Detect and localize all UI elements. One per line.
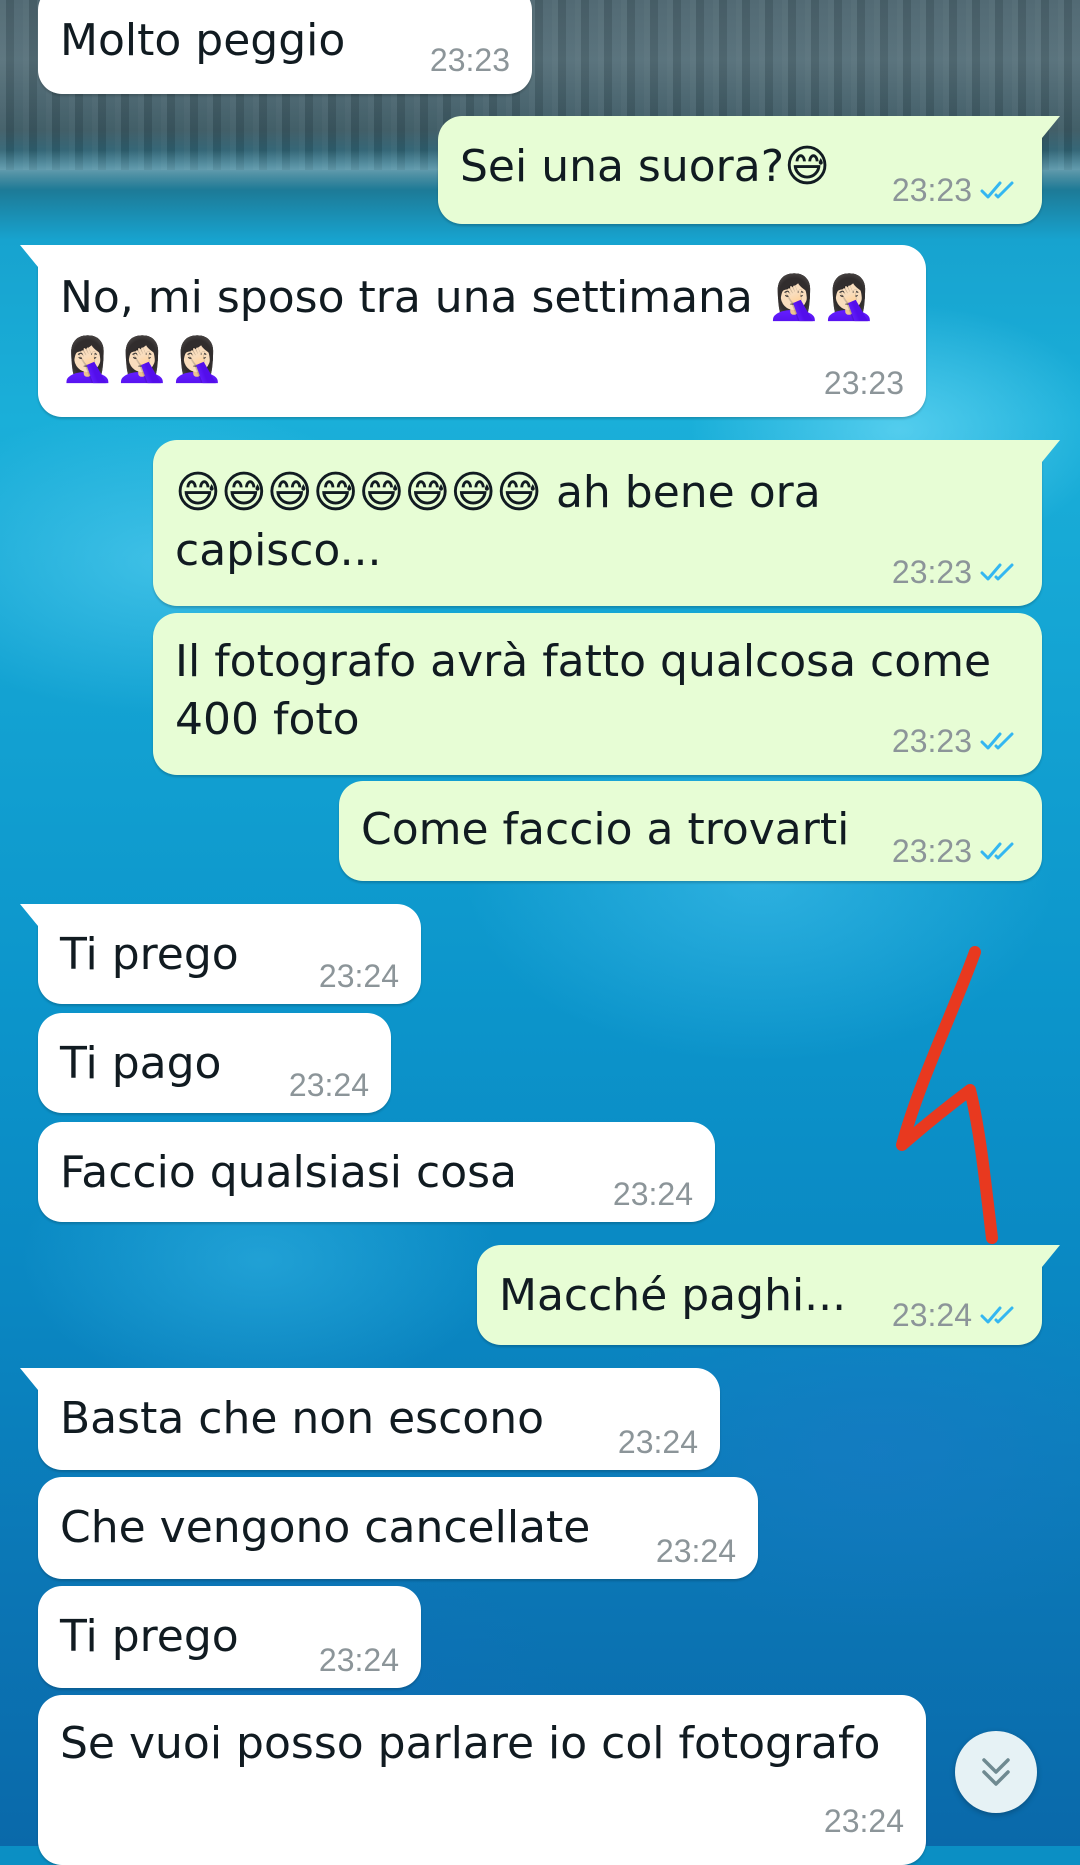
- message-time: 23:24: [318, 1642, 399, 1678]
- double-chevron-down-icon: [982, 1758, 1010, 1786]
- message-bubble-incoming[interactable]: Ti prego 23:24: [38, 1586, 421, 1688]
- message-meta: 23:24: [289, 1065, 369, 1105]
- message-time: 23:23: [891, 554, 972, 590]
- message-time: 23:23: [891, 723, 972, 759]
- message-meta: 23:23: [892, 170, 1020, 210]
- message-bubble-outgoing[interactable]: 😅😅😅😅😅😅😅😅 ah bene ora capisco... 23:23: [153, 440, 1060, 606]
- double-check-icon: [980, 563, 1014, 581]
- message-bubble-incoming[interactable]: Basta che non escono 23:24: [20, 1368, 720, 1470]
- message-meta: 23:24: [613, 1174, 693, 1214]
- message-meta: 23:24: [319, 1640, 399, 1680]
- message-text: Ti pago: [60, 1038, 222, 1089]
- message-meta: 23:24: [892, 1295, 1020, 1335]
- message-bubble-outgoing[interactable]: Il fotografo avrà fatto qualcosa come 40…: [153, 613, 1042, 775]
- double-check-icon: [980, 842, 1014, 860]
- message-meta: 23:23: [824, 363, 904, 403]
- message-bubble-incoming[interactable]: Molto peggio 23:23: [38, 0, 532, 94]
- message-bubble-incoming[interactable]: No, mi sposo tra una settimana 🤦🏻‍♀️🤦🏻‍♀…: [20, 245, 926, 417]
- message-time: 23:24: [318, 958, 399, 994]
- message-bubble-incoming[interactable]: Ti pago 23:24: [38, 1013, 391, 1113]
- message-text: Faccio qualsiasi cosa: [60, 1147, 517, 1198]
- message-text: Che vengono cancellate: [60, 1502, 591, 1553]
- message-meta: 23:23: [892, 552, 1020, 592]
- message-text: Il fotografo avrà fatto qualcosa come 40…: [175, 636, 992, 745]
- message-meta: 23:23: [430, 40, 510, 80]
- message-meta: 23:24: [656, 1531, 736, 1571]
- message-time: 23:24: [612, 1176, 693, 1212]
- red-annotation-mark: [896, 946, 998, 1244]
- message-time: 23:23: [823, 365, 904, 401]
- message-bubble-incoming[interactable]: Faccio qualsiasi cosa 23:24: [38, 1122, 715, 1222]
- message-meta: 23:24: [618, 1422, 698, 1462]
- message-meta: 23:24: [824, 1801, 904, 1841]
- double-check-icon: [980, 732, 1014, 750]
- message-meta: 23:24: [319, 956, 399, 996]
- message-bubble-incoming[interactable]: Se vuoi posso parlare io col fotografo 2…: [38, 1695, 926, 1865]
- message-time: 23:24: [617, 1424, 698, 1460]
- double-check-icon: [980, 1306, 1014, 1324]
- message-text: Come faccio a trovarti: [361, 804, 850, 855]
- message-text: Ti prego: [60, 929, 239, 980]
- message-time: 23:23: [891, 172, 972, 208]
- message-time: 23:24: [823, 1803, 904, 1839]
- message-bubble-incoming[interactable]: Che vengono cancellate 23:24: [38, 1477, 758, 1579]
- message-text: Basta che non escono: [60, 1393, 544, 1444]
- message-text: Ti prego: [60, 1611, 239, 1662]
- message-text: No, mi sposo tra una settimana 🤦🏻‍♀️🤦🏻‍♀…: [60, 272, 877, 385]
- double-check-icon: [980, 181, 1014, 199]
- message-bubble-outgoing[interactable]: Come faccio a trovarti 23:23: [339, 781, 1042, 881]
- message-time: 23:24: [655, 1533, 736, 1569]
- message-time: 23:23: [429, 42, 510, 78]
- message-bubble-outgoing[interactable]: Macché paghi... 23:24: [477, 1245, 1060, 1345]
- message-time: 23:24: [891, 1297, 972, 1333]
- message-text: Sei una suora?😅: [460, 141, 830, 192]
- message-bubble-outgoing[interactable]: Sei una suora?😅 23:23: [438, 116, 1060, 224]
- message-text: Se vuoi posso parlare io col fotografo: [60, 1718, 881, 1769]
- scroll-to-bottom-button[interactable]: [955, 1731, 1037, 1813]
- message-text: Macché paghi...: [499, 1270, 847, 1321]
- message-bubble-incoming[interactable]: Ti prego 23:24: [20, 904, 421, 1004]
- message-meta: 23:23: [892, 721, 1020, 761]
- message-text: Molto peggio: [60, 15, 346, 66]
- message-meta: 23:23: [892, 831, 1020, 871]
- message-time: 23:24: [288, 1067, 369, 1103]
- message-text: 😅😅😅😅😅😅😅😅 ah bene ora capisco...: [175, 467, 821, 576]
- message-time: 23:23: [891, 833, 972, 869]
